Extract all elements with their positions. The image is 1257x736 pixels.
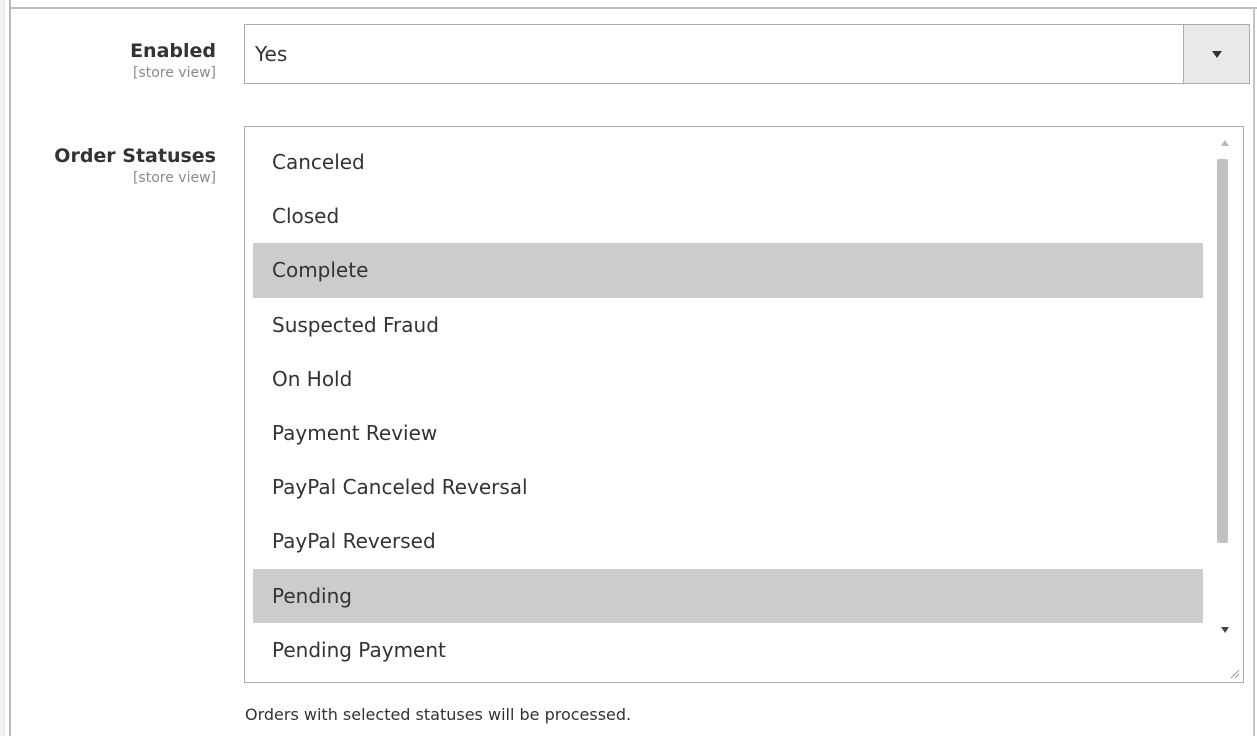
panel-outer-edge	[0, 0, 5, 736]
enabled-select-arrow-button[interactable]	[1183, 25, 1249, 83]
order-status-options-list: Canceled Closed Complete Suspected Fraud On …	[253, 135, 1203, 677]
order-status-option[interactable]: Canceled	[253, 135, 1203, 189]
panel-right-border	[1253, 7, 1255, 736]
order-status-option[interactable]: Pending	[253, 568, 1203, 623]
config-panel: Enabled [store view] Yes Order Statuses …	[0, 0, 1257, 736]
triangle-down-icon	[1211, 50, 1222, 58]
enabled-select[interactable]: Yes	[244, 24, 1250, 84]
order-statuses-scope-label: [store view]	[132, 170, 216, 186]
order-statuses-field-label: Order Statuses [store view]	[54, 143, 216, 187]
order-status-option[interactable]: Complete	[253, 243, 1203, 298]
order-status-option[interactable]: Pending Payment	[253, 623, 1203, 677]
scroll-down-arrow-icon[interactable]	[1221, 627, 1229, 633]
enabled-select-value: Yes	[255, 42, 288, 66]
panel-top-border	[9, 7, 1257, 9]
order-status-option[interactable]: Payment Review	[253, 406, 1203, 460]
order-statuses-multiselect[interactable]: Canceled Closed Complete Suspected Fraud On …	[244, 126, 1244, 683]
order-statuses-note: Orders with selected statuses will be pr…	[245, 705, 632, 724]
order-status-option[interactable]: On Hold	[253, 352, 1203, 406]
scroll-up-arrow-icon[interactable]	[1221, 140, 1229, 146]
enabled-scope-label: [store view]	[132, 65, 216, 81]
panel-left-border	[9, 0, 11, 736]
order-status-option[interactable]: Suspected Fraud	[253, 298, 1203, 352]
order-statuses-label: Order Statuses	[54, 145, 216, 167]
scrollbar-thumb[interactable]	[1217, 159, 1228, 543]
resize-grip-icon[interactable]	[1228, 667, 1240, 679]
enabled-label: Enabled	[130, 40, 216, 62]
enabled-field-label: Enabled [store view]	[130, 38, 216, 82]
order-status-option[interactable]: Closed	[253, 189, 1203, 243]
order-status-option[interactable]: PayPal Canceled Reversal	[253, 460, 1203, 514]
multiselect-scrollbar[interactable]	[1203, 127, 1243, 682]
order-status-option[interactable]: PayPal Reversed	[253, 514, 1203, 568]
